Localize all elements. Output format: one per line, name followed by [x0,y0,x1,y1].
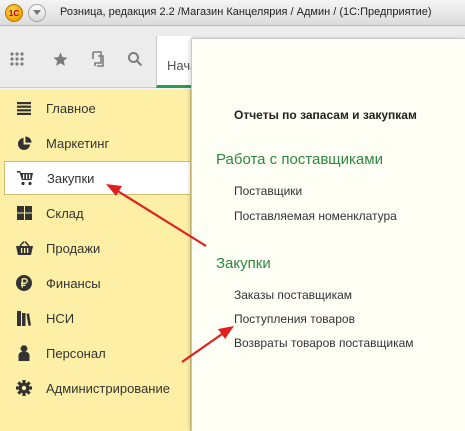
ruble-icon [14,273,34,293]
sidebar-item-warehouse[interactable]: Склад [8,196,188,230]
sidebar-item-sales[interactable]: Продажи [8,231,188,265]
sidebar-item-label: Маркетинг [46,135,110,151]
sidebar-item-label: Продажи [46,240,101,256]
sidebar-item-main[interactable]: Главное [8,91,188,125]
title-bar: 1С Розница, редакция 2.2 /Магазин Канцел… [0,0,465,26]
reports-heading[interactable]: Отчеты по запасам и закупкам [234,108,417,122]
section-panel: Отчеты по запасам и закупкам Работа с по… [191,38,465,431]
link-supplied-items[interactable]: Поставляемая номенклатура [234,209,397,223]
link-suppliers[interactable]: Поставщики [234,184,302,198]
section-title-suppliers: Работа с поставщиками [216,151,383,168]
sidebar-item-label: Закупки [47,170,95,186]
search-icon[interactable] [126,50,144,68]
app-logo-icon[interactable]: 1С [5,4,23,22]
sidebar-item-label: Главное [46,100,96,116]
sidebar-item-marketing[interactable]: Маркетинг [8,126,188,160]
sidebar-item-label: Администрирование [46,380,170,396]
section-title-purchases: Закупки [216,255,271,272]
sidebar-item-administration[interactable]: Администрирование [8,371,188,405]
pie-chart-icon [14,133,34,153]
main-menu-button[interactable] [28,4,46,22]
basket-icon [14,238,34,258]
sidebar-item-label: Финансы [46,275,101,291]
gear-icon [14,378,34,398]
sidebar-item-label: НСИ [46,310,75,326]
sidebar: Главное Маркетинг Закупки Склад Продажи [0,89,191,431]
sidebar-item-nsi[interactable]: НСИ [8,301,188,335]
menu-list-icon [14,98,34,118]
books-icon [14,308,34,328]
sidebar-item-label: Склад [46,205,84,221]
shopping-cart-icon [15,168,35,188]
tab-home-page[interactable]: Начальная страница [156,36,192,88]
link-supplier-orders[interactable]: Заказы поставщикам [234,288,352,302]
window-title: Розница, редакция 2.2 /Магазин Канцеляри… [60,6,432,18]
sidebar-item-label: Персонал [46,345,106,361]
person-icon [14,343,34,363]
sidebar-item-purchases[interactable]: Закупки [4,161,190,195]
warehouse-grid-icon [14,203,34,223]
link-goods-receipts[interactable]: Поступления товаров [234,312,355,326]
sidebar-item-finance[interactable]: Финансы [8,266,188,300]
star-icon[interactable] [51,50,69,68]
link-supplier-returns[interactable]: Возвраты товаров поставщикам [234,336,414,350]
history-icon[interactable] [89,50,107,68]
sidebar-item-staff[interactable]: Персонал [8,336,188,370]
apps-grid-icon[interactable] [8,50,26,68]
